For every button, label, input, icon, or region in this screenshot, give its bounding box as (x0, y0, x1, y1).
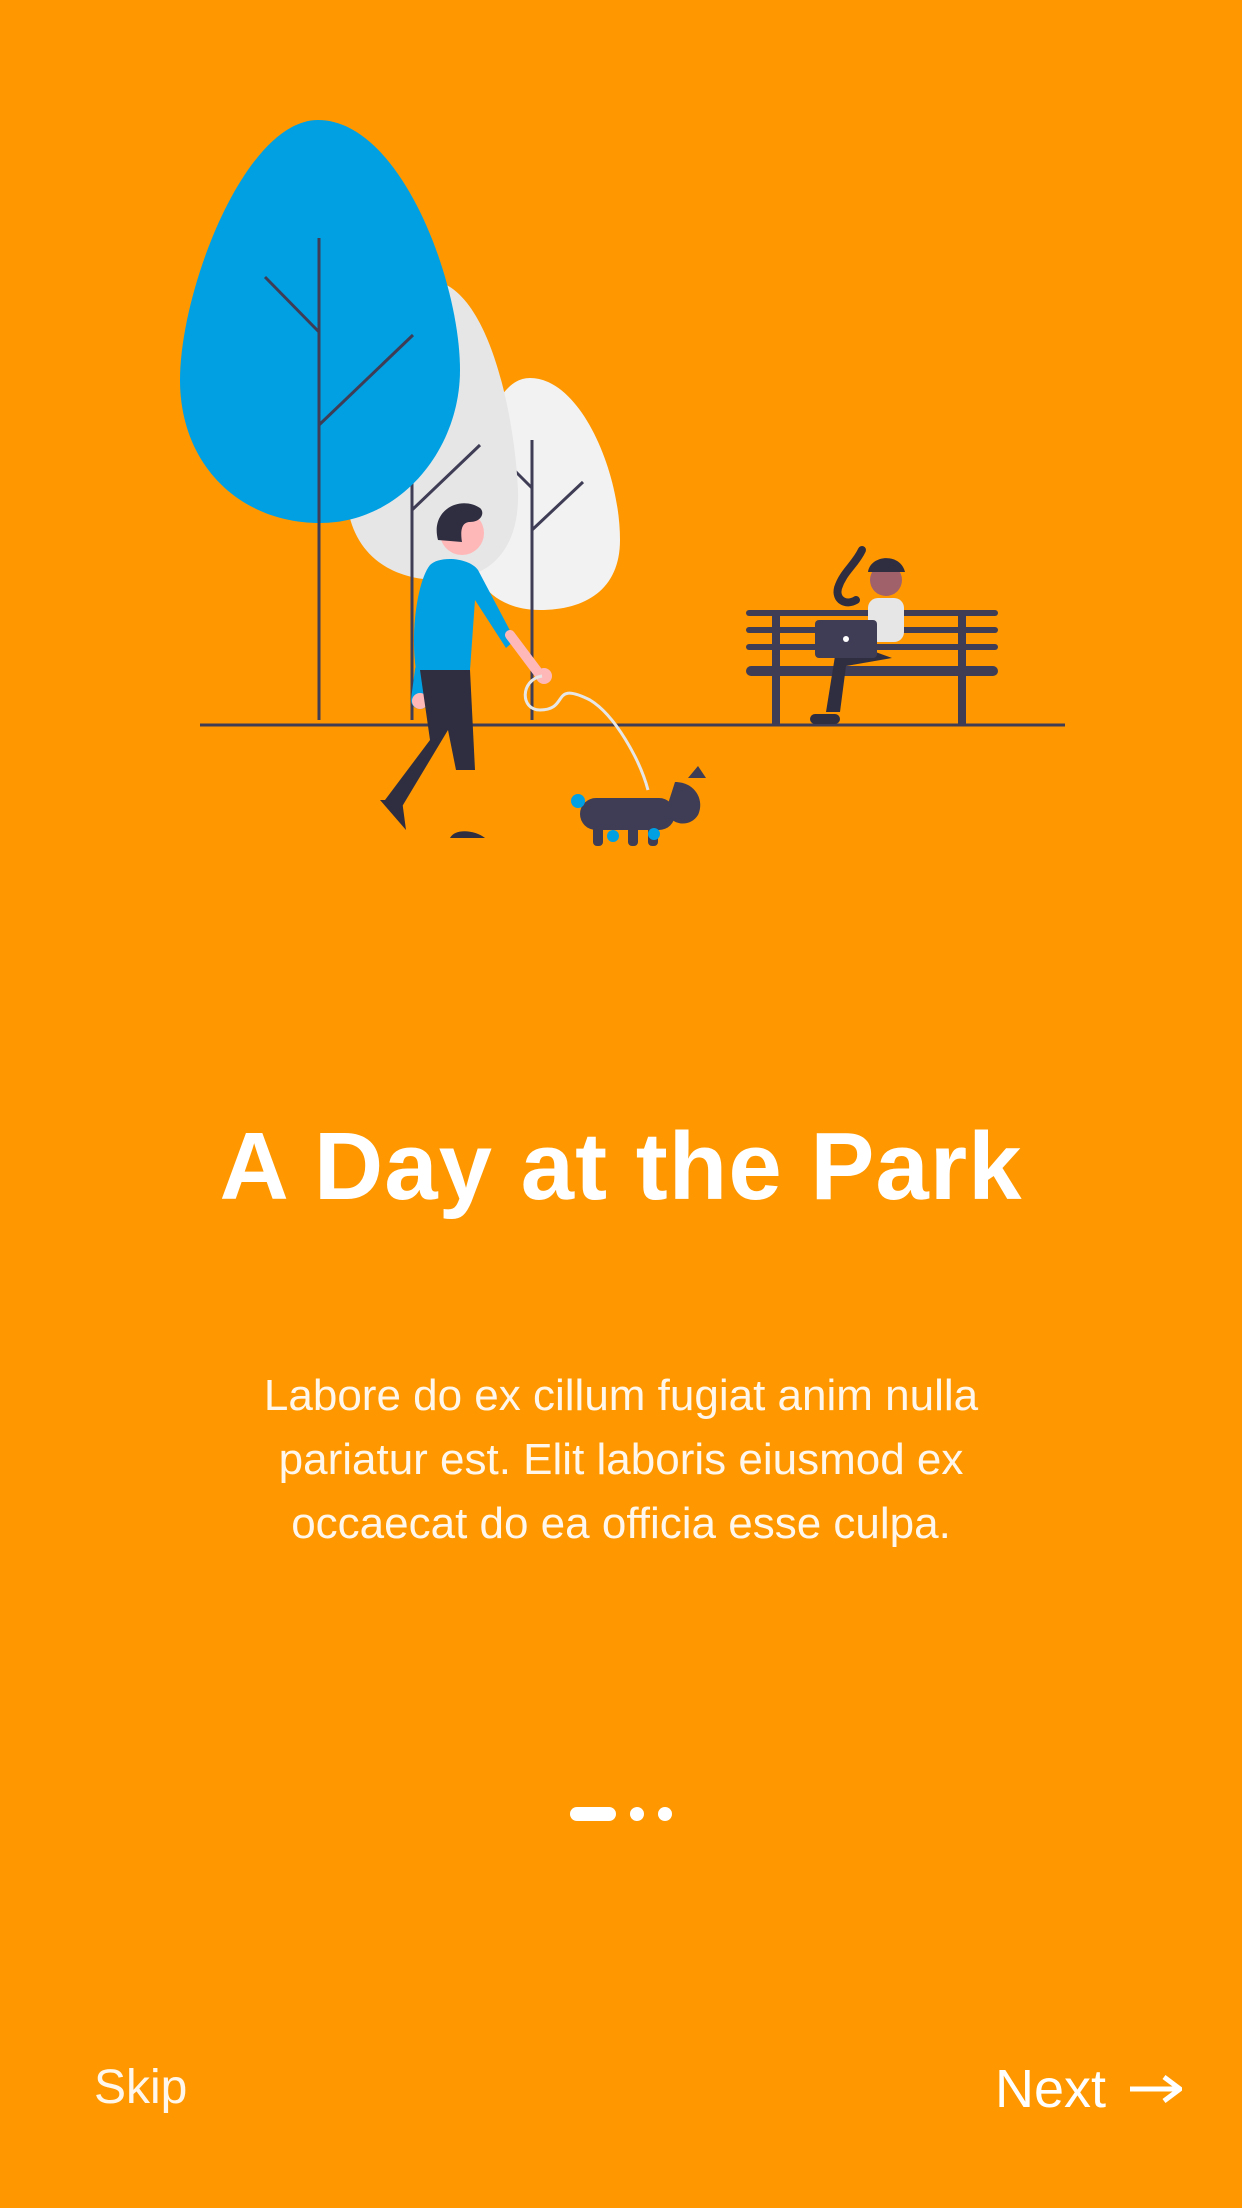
next-label: Next (994, 2059, 1106, 2119)
page-dot-active[interactable] (570, 1807, 616, 1821)
skip-button[interactable]: Skip (94, 2060, 187, 2115)
page-indicator (0, 1807, 1242, 1821)
woman-with-laptop-icon (810, 546, 905, 724)
onboarding-description: Labore do ex cillum fugiat anim nulla pa… (263, 1371, 979, 1548)
onboarding-title: A Day at the Park (219, 1113, 1023, 1221)
leash-line (523, 674, 650, 791)
page-dot[interactable] (658, 1807, 672, 1821)
page-dot[interactable] (630, 1807, 644, 1821)
onboarding-screen: A Day at the Park Labore do ex cillum fu… (0, 0, 1242, 2208)
park-scene-illustration (180, 120, 1065, 846)
next-button[interactable]: Next (995, 2058, 1182, 2120)
dog-icon (571, 766, 706, 846)
arrow-right-icon (1130, 2075, 1182, 2103)
